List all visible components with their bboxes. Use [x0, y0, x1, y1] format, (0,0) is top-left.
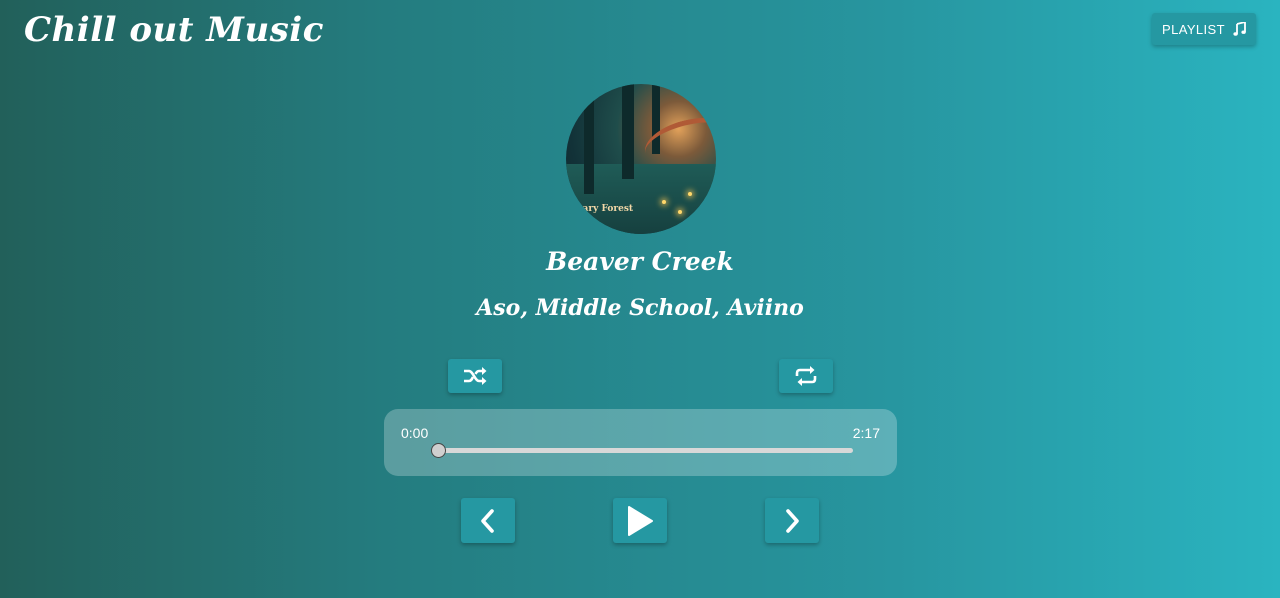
progress-track[interactable]	[431, 443, 853, 458]
progress-panel: 0:00 2:17	[384, 409, 897, 476]
repeat-button[interactable]	[779, 359, 833, 393]
cover-art-firefly	[688, 192, 692, 196]
shuffle-icon	[462, 366, 488, 386]
shuffle-button[interactable]	[448, 359, 502, 393]
cover-art-firefly	[678, 210, 682, 214]
total-time: 2:17	[852, 425, 880, 441]
previous-button[interactable]	[461, 498, 515, 543]
chevron-right-icon	[784, 508, 800, 534]
music-note-icon	[1233, 22, 1246, 36]
progress-thumb[interactable]	[431, 443, 446, 458]
album-cover: nary Forest	[566, 84, 716, 234]
play-button[interactable]	[613, 498, 667, 543]
cover-art-tree	[584, 84, 594, 194]
current-time: 0:00	[401, 425, 429, 441]
cover-art-tree	[622, 84, 634, 179]
play-icon	[626, 505, 654, 537]
next-button[interactable]	[765, 498, 819, 543]
song-title: Beaver Creek	[546, 247, 734, 276]
app-logo-title: Chill out Music	[24, 10, 324, 50]
chevron-left-icon	[480, 508, 496, 534]
playlist-button-label: PLAYLIST	[1162, 21, 1225, 37]
cover-art-firefly	[662, 200, 666, 204]
cover-art-text: nary Forest	[576, 204, 634, 214]
song-artist: Aso, Middle School, Aviino	[476, 295, 804, 321]
playlist-button[interactable]: PLAYLIST	[1152, 13, 1256, 45]
repeat-icon	[793, 365, 819, 387]
